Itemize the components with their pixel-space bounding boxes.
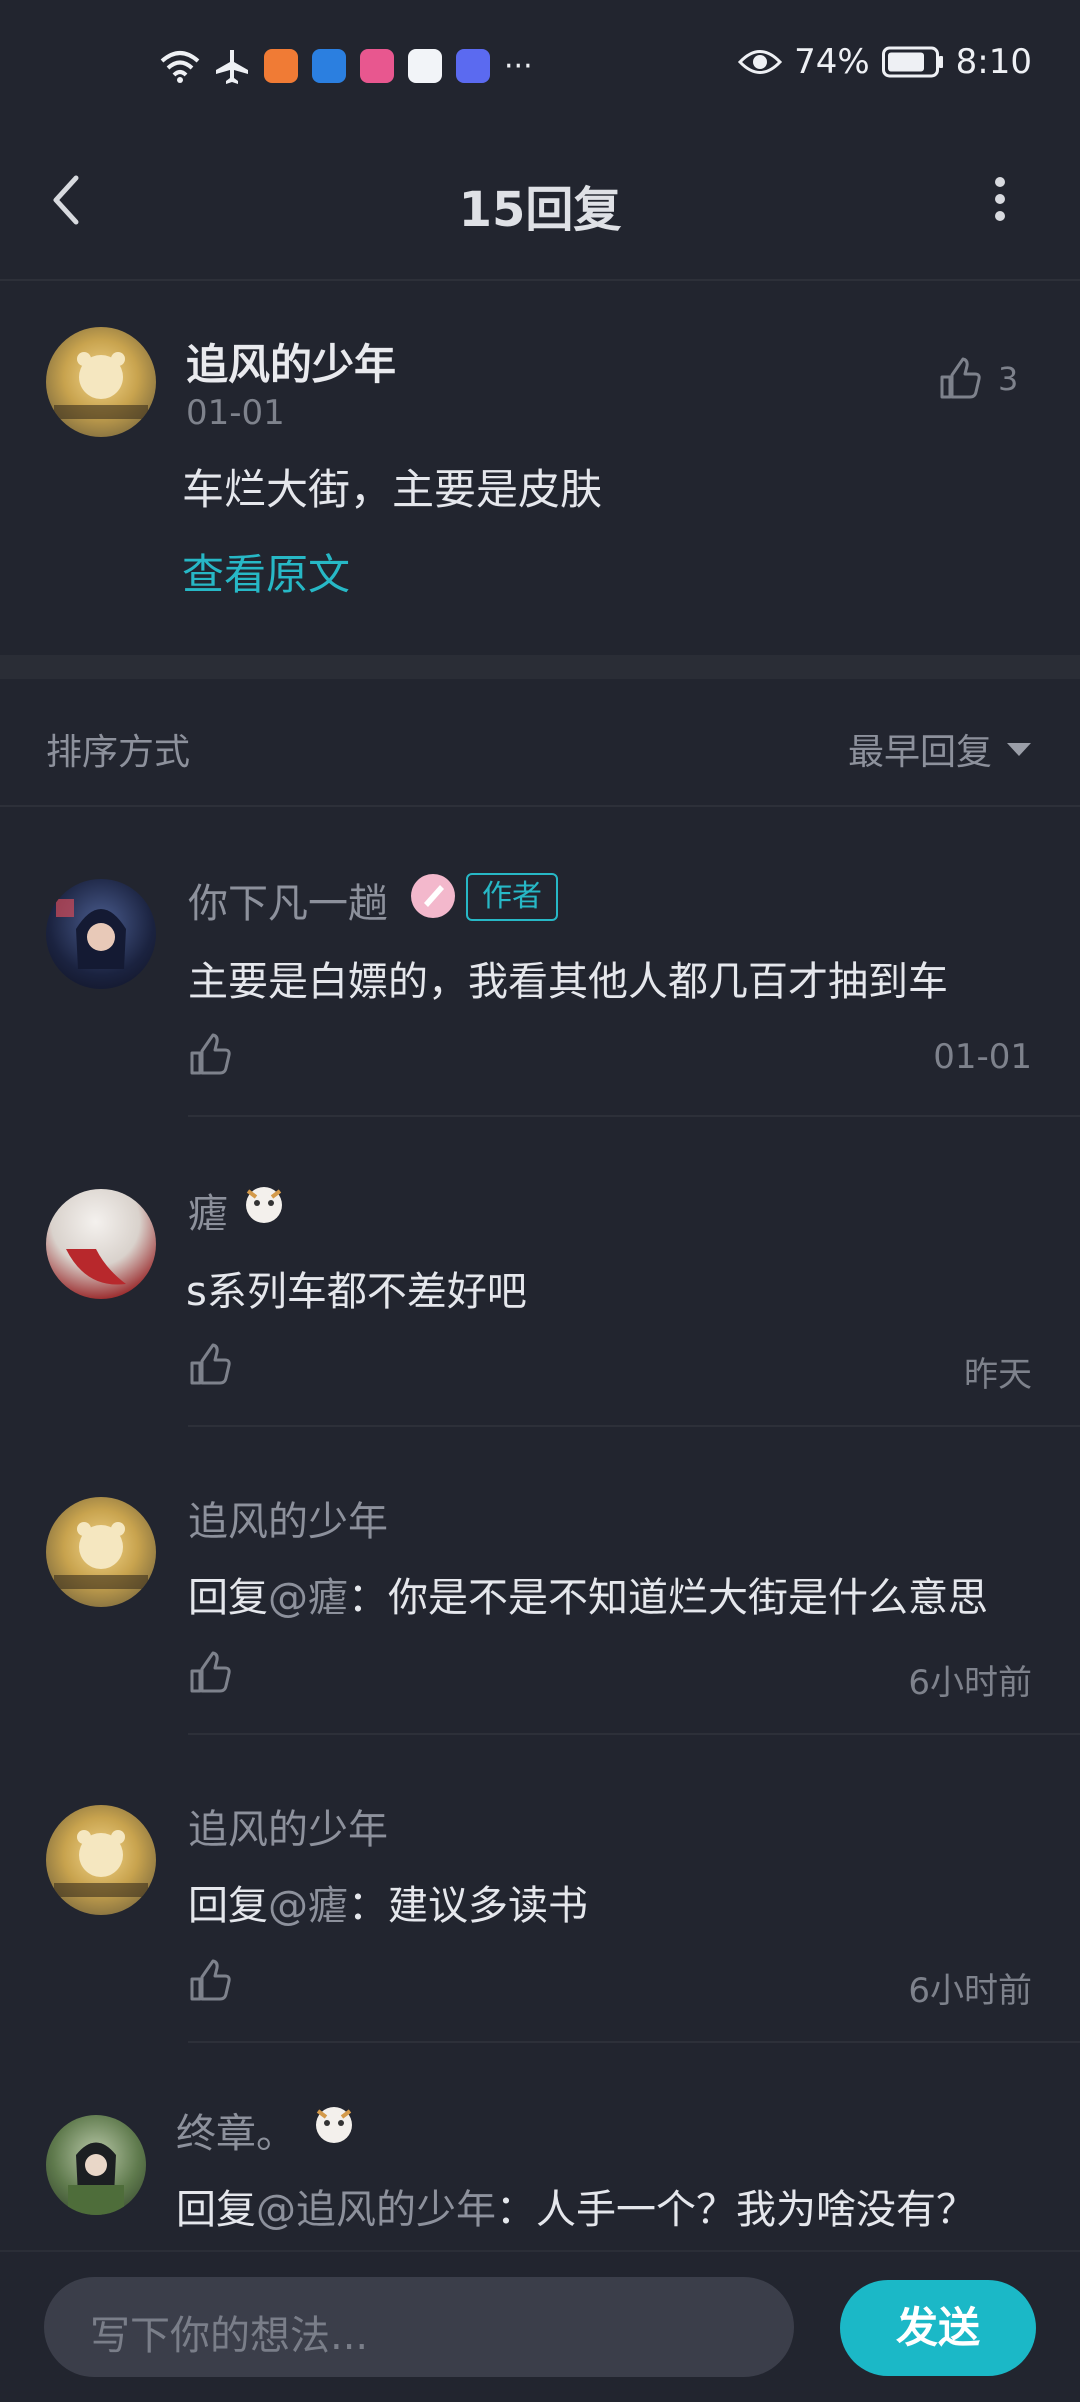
reply-text: 回复@瘧：你是不是不知道烂大街是什么意思 [188, 1565, 988, 1623]
sort-row: 排序方式 最早回复 [0, 679, 1080, 805]
original-comment: 追风的少年 01-01 车烂大街，主要是皮肤 查看原文 3 [0, 281, 1080, 655]
avatar[interactable] [46, 879, 156, 989]
comment-composer: 写下你的想法... 发送 [0, 2250, 1080, 2402]
user-badge-icon [246, 1187, 282, 1223]
health-app-icon [264, 49, 298, 83]
reply-prefix: 回复 [188, 1883, 268, 1929]
mention-link[interactable]: @瘧 [268, 1883, 348, 1929]
sort-label: 排序方式 [46, 732, 191, 773]
comment-input-placeholder: 写下你的想法... [90, 2313, 369, 2359]
eye-icon [738, 50, 783, 74]
avatar[interactable] [46, 327, 156, 437]
sort-dropdown[interactable]: 最早回复 [848, 723, 1032, 775]
thumbs-up-icon[interactable] [188, 1033, 232, 1077]
thumbs-up-icon[interactable] [188, 1651, 232, 1695]
reply-body: ：建议多读书 [348, 1883, 588, 1929]
wifi-icon [160, 51, 200, 83]
avatar-bear-icon [54, 1830, 148, 1897]
clock: 8:10 [955, 42, 1032, 82]
comment-text: 车烂大街，主要是皮肤 [182, 465, 603, 514]
battery-percent: 74% [794, 42, 870, 82]
avatar-character-icon [56, 899, 126, 969]
reply-text: 主要是白嫖的，我看其他人都几百才抽到车 [188, 959, 948, 1005]
avatar-character-icon [66, 1249, 126, 1285]
reply-author[interactable]: 你下凡一趟 [188, 871, 388, 929]
reply-author[interactable]: 追风的少年 [188, 1489, 388, 1547]
sort-value: 最早回复 [847, 732, 992, 773]
cloud-app-icon [312, 49, 346, 83]
user-badge-icon [316, 2107, 352, 2143]
comment-date: 01-01 [186, 393, 285, 433]
reply-item: 追风的少年 回复@瘧：建议多读书 6小时前 [0, 1735, 1080, 2041]
airplane-icon [216, 50, 248, 84]
mention-link[interactable]: @追风的少年 [256, 2187, 496, 2233]
bilibili-app-icon [360, 49, 394, 83]
view-original-link[interactable]: 查看原文 [182, 541, 350, 602]
avatar-bear-icon [54, 1522, 148, 1589]
caret-down-icon [1007, 743, 1031, 756]
avatar-bear-icon [54, 352, 148, 419]
reply-author[interactable]: 终章。 [176, 2101, 296, 2159]
mention-link[interactable]: @瘧 [268, 1575, 348, 1621]
avatar[interactable] [46, 1189, 156, 1299]
reply-text: 回复@追风的少年：人手一个？我为啥没有？ [176, 2177, 976, 2235]
reply-time: 6小时前 [908, 1971, 1032, 2011]
status-right: 74% 8:10 [738, 42, 1032, 82]
reply-prefix: 回复 [176, 2187, 256, 2233]
reply-body: ：人手一个？我为啥没有？ [496, 2187, 976, 2233]
reply-body: ：你是不是不知道烂大街是什么意思 [348, 1575, 988, 1621]
send-button[interactable]: 发送 [840, 2280, 1036, 2376]
reply-time: 01-01 [933, 1037, 1032, 1077]
map-app-icon [408, 49, 442, 83]
avatar[interactable] [46, 1497, 156, 1607]
avatar[interactable] [46, 2115, 146, 2215]
reply-item: 你下凡一趟 作者 主要是白嫖的，我看其他人都几百才抽到车 01-01 [0, 807, 1080, 1115]
top-bar: 15回复 [0, 130, 1080, 280]
more-vertical-icon[interactable] [988, 174, 1012, 224]
music-app-icon [456, 49, 490, 83]
reply-prefix: 回复 [188, 1575, 268, 1621]
like-count: 3 [998, 360, 1019, 398]
reply-text: s系列车都不差好吧 [186, 1269, 527, 1315]
reply-text: 回复@瘧：建议多读书 [188, 1873, 588, 1931]
author-name[interactable]: 追风的少年 [186, 331, 396, 392]
thumbs-up-icon[interactable] [188, 1959, 232, 2003]
thumbs-up-icon [940, 357, 981, 399]
author-badge: 作者 [466, 873, 558, 921]
user-badge-icon [411, 874, 455, 918]
status-bar: ··· 74% 8:10 [0, 0, 1080, 130]
reply-time: 6小时前 [908, 1663, 1032, 1703]
like-button[interactable]: 3 [938, 357, 1018, 401]
reply-author[interactable]: 瘧 [188, 1181, 228, 1239]
status-icons: ··· [160, 48, 533, 84]
comment-input[interactable]: 写下你的想法... [44, 2277, 794, 2377]
reply-item: 瘧 s系列车都不差好吧 昨天 [0, 1117, 1080, 1425]
battery-icon [881, 46, 943, 78]
section-separator [0, 655, 1080, 679]
reply-author[interactable]: 追风的少年 [188, 1797, 388, 1855]
reply-item: 终章。 回复@追风的少年：人手一个？我为啥没有？ [0, 2043, 1080, 2250]
reply-time: 昨天 [964, 1355, 1032, 1395]
thumbs-up-icon[interactable] [188, 1343, 232, 1387]
more-notifications-icon: ··· [504, 48, 533, 84]
avatar-character-icon [68, 2142, 124, 2215]
avatar[interactable] [46, 1805, 156, 1915]
reply-item: 追风的少年 回复@瘧：你是不是不知道烂大街是什么意思 6小时前 [0, 1427, 1080, 1733]
page-title: 15回复 [458, 182, 622, 238]
